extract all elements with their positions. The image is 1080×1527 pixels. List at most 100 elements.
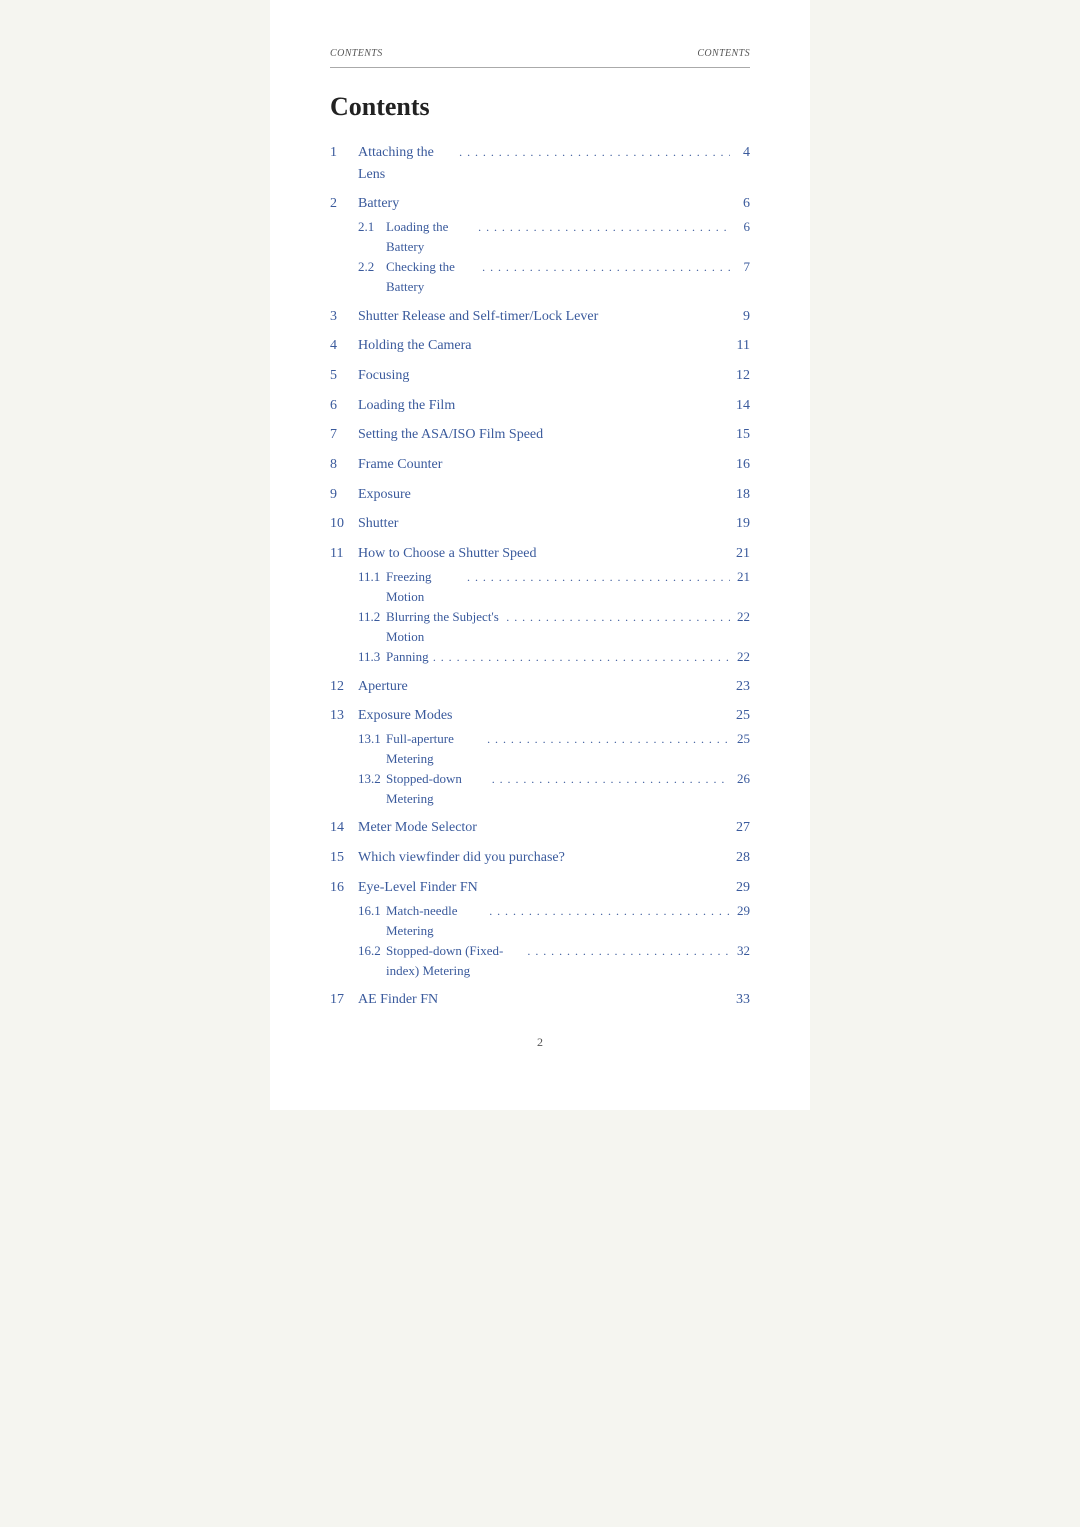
toc-item[interactable]: 17AE Finder FN33 [330,989,750,1011]
toc-label: Setting the ASA/ISO Film Speed [358,424,637,446]
toc-number: 16.1 [358,901,386,921]
toc-number: 4 [330,335,358,357]
toc-number: 8 [330,454,358,476]
toc-page: 16 [730,454,750,476]
toc-item[interactable]: 11.2Blurring the Subject's Motion . . . … [330,607,750,647]
toc-number: 5 [330,365,358,387]
toc-page: 7 [730,257,750,277]
toc-number: 15 [330,847,358,869]
toc-number: 10 [330,513,358,535]
toc-number: 6 [330,395,358,417]
toc-page: 25 [730,729,750,749]
toc-page: 29 [730,901,750,921]
toc-item[interactable]: 6Loading the Film 14 [330,395,750,417]
toc-page: 12 [730,365,750,387]
toc-label: Exposure [358,484,570,506]
toc-page: 32 [730,941,750,961]
toc-number: 11.1 [358,567,386,587]
toc-item[interactable]: 14Meter Mode Selector 27 [330,817,750,839]
toc-item[interactable]: 15Which viewfinder did you purchase? 28 [330,847,750,869]
toc-number: 11.2 [358,607,386,627]
toc-page: 14 [730,395,750,417]
toc-item[interactable]: 11How to Choose a Shutter Speed21 [330,543,750,565]
dot-leader: . . . . . . . . . . . . . . . . . . . . … [485,902,730,921]
toc-item[interactable]: 13.1Full-aperture Metering . . . . . . .… [330,729,750,769]
toc-number: 2.1 [358,217,386,237]
toc-number: 13 [330,705,358,727]
toc-label: Shutter Release and Self-timer/Lock Leve… [358,306,664,328]
toc-number: 9 [330,484,358,506]
toc-label: Attaching the Lens [358,142,455,185]
toc-number: 11 [330,543,358,565]
table-of-contents: 1Attaching the Lens . . . . . . . . . . … [330,142,750,1011]
dot-leader: . . . . . . . . . . . . . . . . . . . . … [478,258,730,277]
toc-item[interactable]: 16Eye-Level Finder FN 29 [330,877,750,899]
dot-leader: . . . . . . . . . . . . . . . . . . . . … [455,143,730,162]
toc-page: 33 [730,989,750,1011]
toc-item[interactable]: 5Focusing12 [330,365,750,387]
toc-label: Full-aperture Metering [386,729,483,769]
toc-item[interactable]: 1Attaching the Lens . . . . . . . . . . … [330,142,750,185]
toc-page: 25 [730,705,750,727]
toc-label: Blurring the Subject's Motion [386,607,502,647]
toc-item[interactable]: 11.3Panning . . . . . . . . . . . . . . … [330,647,750,667]
page-number: 2 [330,1035,750,1050]
toc-label: Meter Mode Selector [358,817,603,839]
toc-label: Frame Counter [358,454,586,476]
toc-label: Checking the Battery [386,257,478,297]
toc-item[interactable]: 9Exposure 18 [330,484,750,506]
toc-number: 11.3 [358,647,386,667]
toc-page: 21 [730,543,750,565]
toc-page: 19 [730,513,750,535]
toc-page: 22 [730,647,750,667]
toc-item[interactable]: 3Shutter Release and Self-timer/Lock Lev… [330,306,750,328]
toc-label: Freezing Motion [386,567,463,607]
toc-item[interactable]: 7Setting the ASA/ISO Film Speed15 [330,424,750,446]
page-title: Contents [330,92,750,122]
dot-leader: . . . . . . . . . . . . . . . . . . . . … [502,608,730,627]
dot-leader: . . . . . . . . . . . . . . . . . . . . … [463,568,730,587]
toc-page: 29 [730,877,750,899]
toc-label: Which viewfinder did you purchase? [358,847,647,869]
toc-page: 4 [730,142,750,164]
toc-label: Shutter [358,513,564,535]
toc-number: 16 [330,877,358,899]
toc-page: 23 [730,676,750,698]
toc-number: 14 [330,817,358,839]
toc-page: 6 [730,217,750,237]
header-left: CONTENTS [330,48,383,59]
dot-leader: . . . . . . . . . . . . . . . . . . . . … [474,218,730,237]
toc-page: 22 [730,607,750,627]
page: CONTENTS CONTENTS Contents 1Attaching th… [270,0,810,1110]
toc-item[interactable]: 11.1Freezing Motion . . . . . . . . . . … [330,567,750,607]
toc-page: 9 [730,306,750,328]
toc-page: 18 [730,484,750,506]
toc-label: Match-needle Metering [386,901,485,941]
toc-page: 21 [730,567,750,587]
toc-number: 2.2 [358,257,386,277]
toc-item[interactable]: 8Frame Counter 16 [330,454,750,476]
toc-number: 1 [330,142,358,164]
header: CONTENTS CONTENTS [330,48,750,68]
toc-item[interactable]: 13.2Stopped-down Metering . . . . . . . … [330,769,750,809]
toc-item[interactable]: 4Holding the Camera11 [330,335,750,357]
dot-leader: . . . . . . . . . . . . . . . . . . . . … [488,770,730,789]
toc-page: 27 [730,817,750,839]
toc-item[interactable]: 16.1Match-needle Metering . . . . . . . … [330,901,750,941]
toc-number: 2 [330,193,358,215]
toc-number: 12 [330,676,358,698]
toc-page: 11 [730,335,750,357]
toc-item[interactable]: 13Exposure Modes25 [330,705,750,727]
toc-label: Loading the Film [358,395,593,417]
toc-item[interactable]: 2.1Loading the Battery . . . . . . . . .… [330,217,750,257]
toc-page: 28 [730,847,750,869]
toc-item[interactable]: 2Battery6 [330,193,750,215]
toc-item[interactable]: 12Aperture23 [330,676,750,698]
toc-label: Eye-Level Finder FN [358,877,604,899]
toc-item[interactable]: 10Shutter 19 [330,513,750,535]
toc-label: Stopped-down Metering [386,769,488,809]
toc-number: 13.1 [358,729,386,749]
toc-item[interactable]: 16.2Stopped-down (Fixed-index) Metering … [330,941,750,981]
header-right: CONTENTS [697,48,750,59]
toc-item[interactable]: 2.2Checking the Battery . . . . . . . . … [330,257,750,297]
